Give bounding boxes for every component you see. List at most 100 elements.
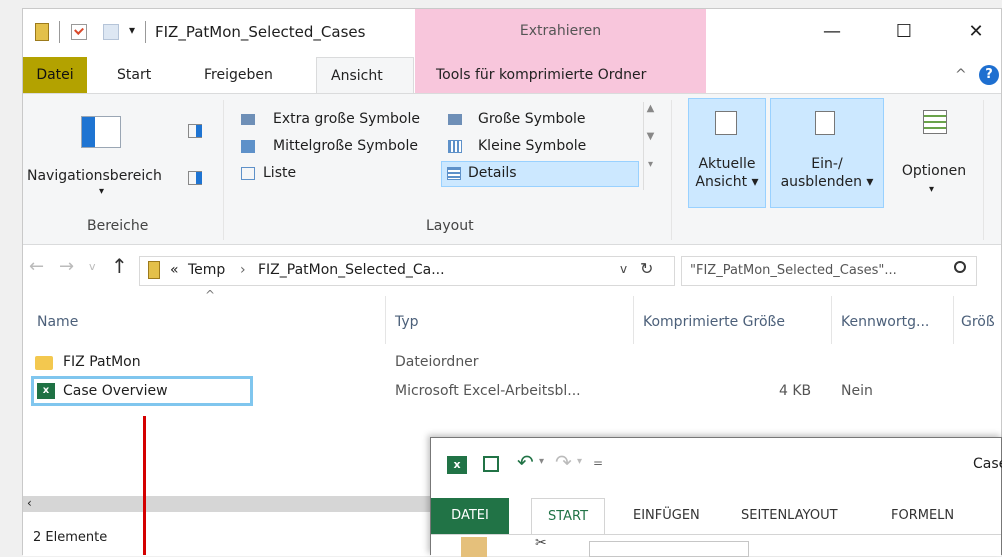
cut-icon[interactable]: ✂: [535, 535, 547, 551]
file-name: FIZ PatMon: [63, 354, 141, 370]
medium-icons-icon: [241, 140, 255, 153]
address-box[interactable]: « Temp › FIZ_PatMon_Selected_Ca... v ↻: [139, 256, 675, 286]
group-label-layout: Layout: [426, 218, 474, 234]
refresh-icon[interactable]: ↻: [640, 259, 653, 278]
close-button[interactable]: ✕: [952, 9, 1000, 55]
excel-window: x ↶ ▾ ↷ ▾ = Case DATEI START EINFÜGEN SE…: [430, 437, 1002, 557]
scroll-left-icon[interactable]: ‹: [27, 496, 32, 510]
customize-toolbar-icon[interactable]: =: [593, 456, 603, 470]
context-tab-label: Extrahieren: [519, 23, 602, 39]
divider: [953, 296, 954, 344]
excel-tab-formulas[interactable]: FORMELN: [891, 498, 954, 534]
small-icons-icon: [448, 140, 462, 153]
back-icon[interactable]: ←: [29, 256, 44, 277]
divider: [223, 100, 224, 240]
navigation-pane-button[interactable]: Navigationsbereich: [27, 167, 162, 185]
excel-app-icon: x: [447, 456, 467, 474]
save-icon[interactable]: [483, 456, 499, 472]
divider: [831, 296, 832, 344]
current-view-button[interactable]: Aktuelle Ansicht ▾: [688, 98, 766, 208]
show-hide-button[interactable]: Ein-/ ausblenden ▾: [770, 98, 884, 208]
column-header-compressed-size[interactable]: Komprimierte Größe: [643, 314, 785, 330]
options-icon: [923, 110, 947, 134]
excel-window-title: Case: [973, 456, 1002, 472]
tab-datei[interactable]: Datei: [23, 57, 87, 93]
status-item-count: 2 Elemente: [33, 530, 108, 545]
chevron-down-icon[interactable]: ▾: [99, 186, 104, 197]
file-name: Case Overview: [63, 383, 168, 399]
layout-details-button[interactable]: Details: [441, 161, 639, 187]
quick-access-dropdown-icon[interactable]: ▾: [129, 23, 135, 37]
sort-ascending-icon: ^: [205, 288, 216, 302]
breadcrumb-overflow[interactable]: «: [170, 262, 179, 278]
file-type: Microsoft Excel-Arbeitsbl...: [395, 383, 581, 399]
layout-list[interactable]: Liste: [263, 165, 296, 181]
tab-start[interactable]: Start: [117, 57, 151, 93]
redo-icon[interactable]: ↷: [555, 450, 572, 474]
excel-file-icon: x: [37, 383, 55, 399]
details-pane-icon[interactable]: [188, 171, 202, 185]
breadcrumb-temp[interactable]: Temp: [188, 262, 225, 278]
divider: [983, 100, 984, 240]
options-label: Optionen: [901, 163, 967, 179]
excel-tab-page-layout[interactable]: SEITENLAYOUT: [741, 498, 838, 534]
preview-pane-icon[interactable]: [188, 124, 202, 138]
excel-tab-insert[interactable]: EINFÜGEN: [633, 498, 700, 534]
search-placeholder: "FIZ_PatMon_Selected_Cases"...: [690, 263, 897, 278]
tab-tools[interactable]: Tools für komprimierte Ordner: [436, 57, 646, 93]
options-button[interactable]: Optionen ▾: [889, 98, 979, 208]
current-view-label-1: Aktuelle: [698, 156, 756, 172]
zip-folder-icon: [148, 261, 160, 279]
help-icon[interactable]: ?: [979, 65, 999, 85]
forward-icon[interactable]: →: [59, 256, 74, 277]
column-header-type[interactable]: Typ: [395, 314, 419, 330]
horizontal-scrollbar[interactable]: ‹: [23, 496, 443, 512]
annotation-line: [143, 416, 146, 555]
excel-title-bar: x ↶ ▾ ↷ ▾ = Case: [431, 438, 1002, 498]
tab-ansicht[interactable]: Ansicht: [316, 57, 414, 93]
layout-small[interactable]: Kleine Symbole: [478, 138, 586, 154]
breadcrumb-folder[interactable]: FIZ_PatMon_Selected_Ca...: [258, 262, 445, 278]
layout-extra-large[interactable]: Extra große Symbole: [273, 111, 420, 127]
recent-locations-icon[interactable]: v: [89, 260, 96, 273]
current-view-label-2: Ansicht ▾: [695, 174, 759, 190]
divider: [633, 296, 634, 344]
new-folder-icon[interactable]: [103, 24, 119, 40]
breadcrumb-separator[interactable]: ›: [240, 262, 246, 278]
excel-tab-start[interactable]: START: [531, 498, 605, 534]
list-icon: [241, 167, 255, 180]
chevron-down-icon[interactable]: ▾: [539, 456, 544, 467]
maximize-button[interactable]: ☐: [880, 9, 928, 55]
collapse-ribbon-icon[interactable]: ^: [955, 67, 967, 83]
navigation-pane-icon: [81, 116, 121, 148]
column-header-name[interactable]: Name: [37, 314, 78, 330]
list-item[interactable]: FIZ PatMon Dateiordner: [23, 348, 983, 376]
address-dropdown-icon[interactable]: v: [620, 262, 627, 276]
chevron-down-icon: ▾: [929, 184, 935, 195]
large-icons-icon: [448, 114, 462, 125]
layout-large[interactable]: Große Symbole: [478, 111, 586, 127]
extra-large-icons-icon: [241, 114, 255, 125]
layout-scrollbar[interactable]: ▲ ▼ ▾: [643, 102, 657, 190]
ribbon-view: Navigationsbereich ▾ Bereiche Extra groß…: [23, 93, 1001, 245]
up-icon[interactable]: ↑: [111, 254, 128, 278]
layout-medium[interactable]: Mittelgroße Symbole: [273, 138, 418, 154]
file-password: Nein: [841, 383, 873, 399]
undo-icon[interactable]: ↶: [517, 450, 534, 474]
properties-icon[interactable]: [71, 24, 87, 40]
column-header-password[interactable]: Kennwortg...: [841, 314, 929, 330]
minimize-button[interactable]: —: [808, 9, 856, 55]
excel-tab-file[interactable]: DATEI: [431, 498, 509, 534]
folder-icon: [35, 356, 53, 370]
window-title: FIZ_PatMon_Selected_Cases: [155, 23, 366, 41]
tab-freigeben[interactable]: Freigeben: [204, 57, 273, 93]
search-box[interactable]: "FIZ_PatMon_Selected_Cases"...: [681, 256, 977, 286]
divider: [145, 21, 146, 43]
chevron-down-icon[interactable]: ▾: [577, 456, 582, 467]
paste-icon[interactable]: [461, 537, 487, 557]
divider: [385, 296, 386, 344]
address-bar-row: ← → v ↑ « Temp › FIZ_PatMon_Selected_Ca.…: [23, 246, 1001, 296]
column-header-size[interactable]: Größ: [961, 314, 995, 330]
search-icon[interactable]: [954, 261, 966, 273]
list-item[interactable]: x Case Overview Microsoft Excel-Arbeitsb…: [23, 376, 983, 406]
